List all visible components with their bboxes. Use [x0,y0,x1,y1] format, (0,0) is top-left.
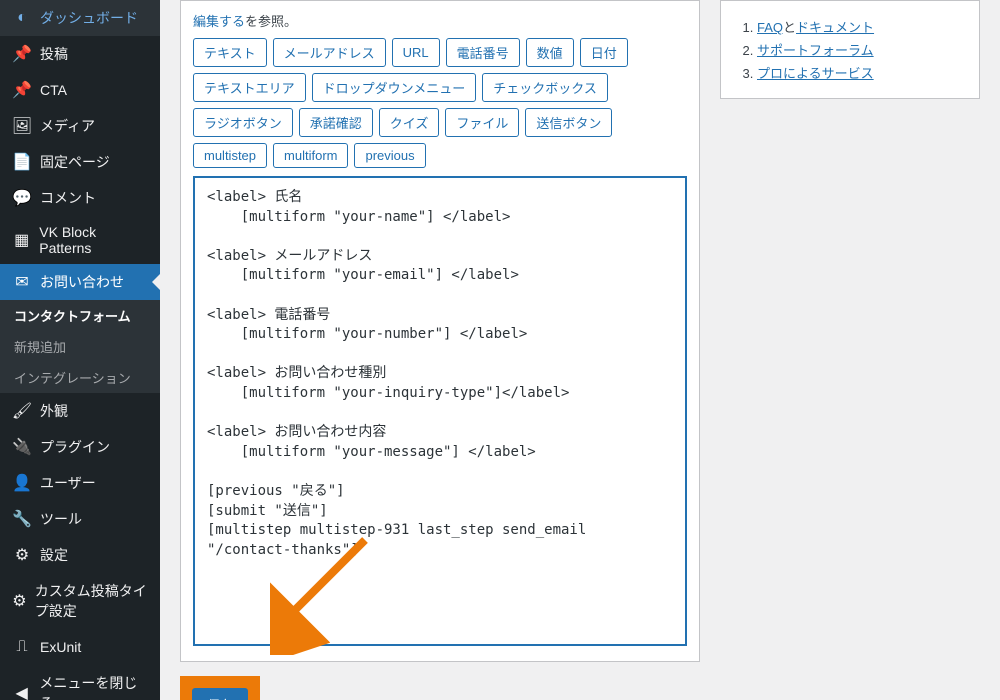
tag-button[interactable]: multistep [193,143,267,168]
sidebar-item-pages[interactable]: 📄 固定ページ [0,144,160,180]
tag-button[interactable]: ファイル [445,108,519,137]
sidebar-item-comments[interactable]: 💬 コメント [0,180,160,216]
wrench-icon: 🔧 [12,509,32,529]
sidebar-item-label: 固定ページ [40,152,110,172]
sidebar-item-tools[interactable]: 🔧 ツール [0,501,160,537]
sidebar-item-appearance[interactable]: 🖌 外観 [0,393,160,429]
tag-button[interactable]: multiform [273,143,348,168]
exunit-icon: ⎍ [12,637,32,657]
sidebar-item-contact[interactable]: ✉ お問い合わせ [0,264,160,300]
sidebar-item-dashboard[interactable]: ◐ ダッシュボード [0,0,160,36]
tag-button[interactable]: テキスト [193,38,267,67]
brush-icon: 🖌 [12,401,32,421]
help-text: と [783,20,796,35]
sidebar-submenu: コンタクトフォーム 新規追加 インテグレーション [0,300,160,393]
sidebar-sub-integration[interactable]: インテグレーション [0,362,160,393]
tag-button[interactable]: メールアドレス [273,38,386,67]
help-item: プロによるサービス [757,63,963,82]
gear-icon: ⚙ [12,591,27,611]
tag-button[interactable]: チェックボックス [482,73,608,102]
save-highlight: 保存 [180,676,260,700]
sidebar-item-users[interactable]: 👤 ユーザー [0,465,160,501]
sidebar-item-media[interactable]: 🖼 メディア [0,108,160,144]
sidebar-item-posts[interactable]: 📌 投稿 [0,36,160,72]
dashboard-icon: ◐ [12,8,32,28]
editor-area: 編集するを参照。 テキストメールアドレスURL電話番号数値日付テキストエリアドロ… [180,0,700,680]
sidebar-item-vk-block-patterns[interactable]: ▦ VK Block Patterns [0,216,160,264]
sidebar-item-label: お問い合わせ [40,272,124,292]
save-button[interactable]: 保存 [192,688,248,700]
help-box: FAQとドキュメント サポートフォーラム プロによるサービス [720,0,980,99]
edit-note: 編集するを参照。 [193,11,687,30]
sidebar-item-label: CTA [40,82,67,98]
tag-button[interactable]: previous [354,143,425,168]
sidebar-sub-add-new[interactable]: 新規追加 [0,331,160,362]
sliders-icon: ⚙ [12,545,32,565]
help-link-support[interactable]: サポートフォーラム [757,43,874,58]
tag-button[interactable]: 送信ボタン [525,108,612,137]
sidebar-item-label: ExUnit [40,639,81,655]
tag-buttons: テキストメールアドレスURL電話番号数値日付テキストエリアドロップダウンメニュー… [193,38,687,168]
sidebar-item-label: メニューを閉じる [39,673,148,700]
tag-button[interactable]: 電話番号 [446,38,520,67]
sidebar-item-label: カスタム投稿タイプ設定 [35,581,148,621]
page-icon: 📄 [12,152,32,172]
user-icon: 👤 [12,473,32,493]
grid-icon: ▦ [12,230,31,250]
form-panel: 編集するを参照。 テキストメールアドレスURL電話番号数値日付テキストエリアドロ… [180,0,700,662]
sidebar-item-collapse[interactable]: ◀ メニューを閉じる [0,665,160,700]
tag-button[interactable]: 日付 [580,38,628,67]
tag-button[interactable]: クイズ [379,108,440,137]
sidebar-item-label: コメント [40,188,96,208]
help-item: FAQとドキュメント [757,17,963,36]
sidebar-item-label: ダッシュボード [40,8,138,28]
tag-button[interactable]: テキストエリア [193,73,306,102]
tag-button[interactable]: URL [392,38,440,67]
edit-note-suffix: を参照。 [245,14,297,29]
sidebar-item-label: プラグイン [40,437,110,457]
tag-button[interactable]: ドロップダウンメニュー [312,73,477,102]
tag-button[interactable]: 数値 [526,38,574,67]
mail-icon: ✉ [12,272,32,292]
collapse-icon: ◀ [12,683,31,700]
help-link-docs[interactable]: ドキュメント [796,20,874,35]
sidebar-item-label: ユーザー [40,473,96,493]
sidebar-item-label: 外観 [40,401,68,421]
sidebar-sub-contact-forms[interactable]: コンタクトフォーム [0,300,160,331]
pin-icon: 📌 [12,80,32,100]
comment-icon: 💬 [12,188,32,208]
admin-sidebar: ◐ ダッシュボード 📌 投稿 📌 CTA 🖼 メディア 📄 固定ページ 💬 コメント ▦ VK… [0,0,160,700]
main-content: 編集するを参照。 テキストメールアドレスURL電話番号数値日付テキストエリアドロ… [160,0,1000,700]
sidebar-item-label: 設定 [40,545,68,565]
form-code-editor[interactable] [193,176,687,646]
sidebar-item-cta[interactable]: 📌 CTA [0,72,160,108]
help-link-faq[interactable]: FAQ [757,20,783,35]
tag-button[interactable]: 承諾確認 [299,108,373,137]
media-icon: 🖼 [12,116,32,136]
help-list: FAQとドキュメント サポートフォーラム プロによるサービス [737,17,963,82]
sidebar-item-label: メディア [40,116,95,136]
help-link-pro[interactable]: プロによるサービス [757,66,874,81]
sidebar-item-label: 投稿 [40,44,68,64]
sidebar-item-settings[interactable]: ⚙ 設定 [0,537,160,573]
sidebar-item-plugins[interactable]: 🔌 プラグイン [0,429,160,465]
tag-button[interactable]: ラジオボタン [193,108,293,137]
edit-note-link[interactable]: 編集する [193,14,245,29]
pin-icon: 📌 [12,44,32,64]
plugin-icon: 🔌 [12,437,32,457]
help-item: サポートフォーラム [757,40,963,59]
sidebar-item-exunit[interactable]: ⎍ ExUnit [0,629,160,665]
sidebar-item-label: ツール [40,509,82,529]
sidebar-item-custom-post-type[interactable]: ⚙ カスタム投稿タイプ設定 [0,573,160,629]
sidebar-item-label: VK Block Patterns [39,224,148,256]
